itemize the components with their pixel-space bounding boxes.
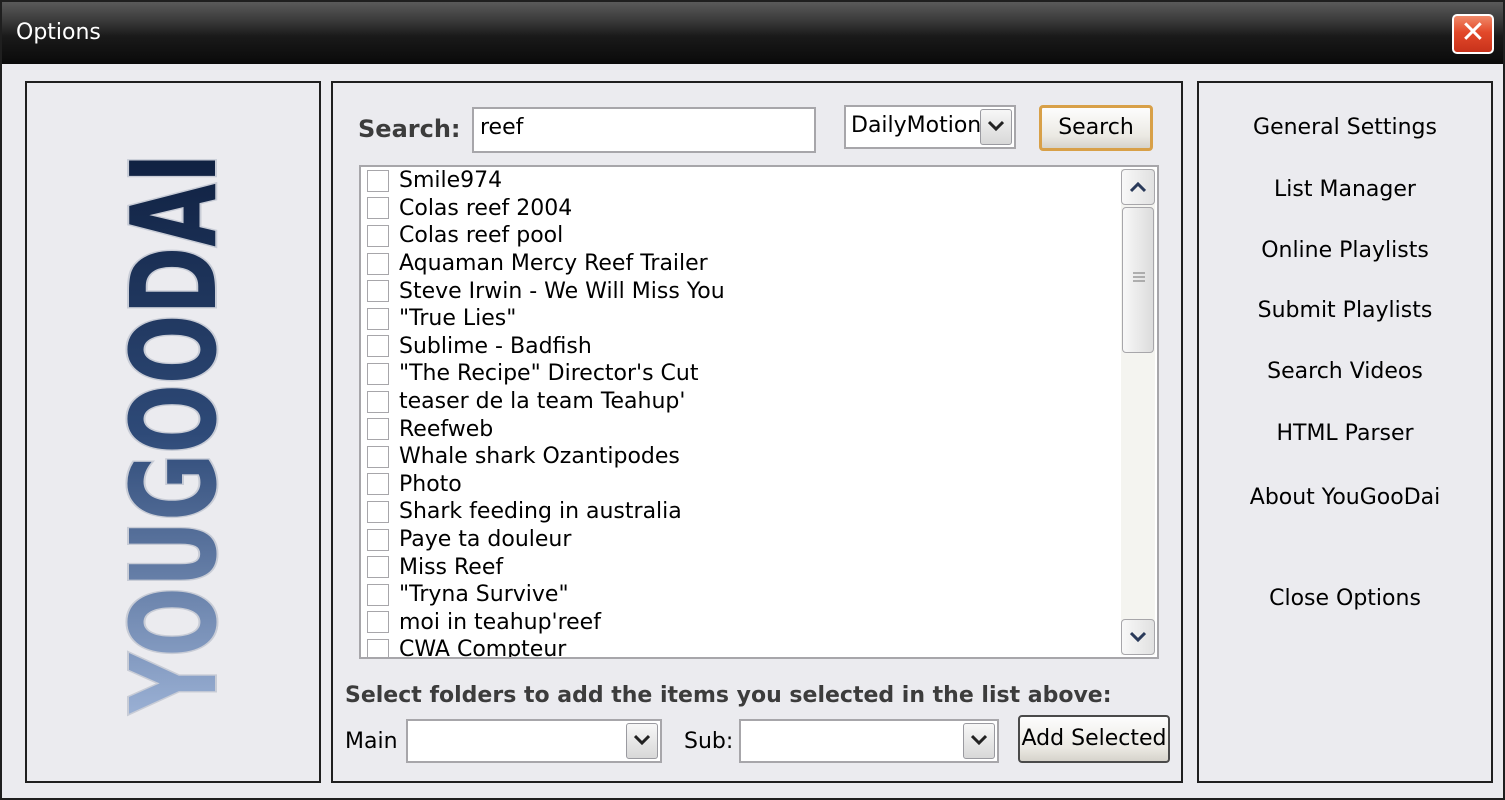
list-item[interactable]: Aquaman Mercy Reef Trailer xyxy=(361,250,1121,278)
list-item-label: Aquaman Mercy Reef Trailer xyxy=(399,251,708,277)
list-item-label: Steve Irwin - We Will Miss You xyxy=(399,278,725,304)
menu-html-parser[interactable]: HTML Parser xyxy=(1199,421,1491,446)
close-icon: ✕ xyxy=(1460,15,1486,50)
checkbox[interactable] xyxy=(367,280,389,303)
list-item-label: Miss Reef xyxy=(399,554,504,580)
list-item-label: Smile974 xyxy=(399,168,503,194)
options-menu: General Settings List Manager Online Pla… xyxy=(1197,81,1493,783)
list-item[interactable]: Shark feeding in australia xyxy=(361,498,1121,526)
checkbox[interactable] xyxy=(367,252,389,275)
folder-instruction: Select folders to add the items you sele… xyxy=(345,683,1112,708)
source-select[interactable]: DailyMotion xyxy=(844,105,1016,149)
options-window: Options ✕ YOUGOODAI Search: reef DailyMo… xyxy=(0,0,1505,800)
list-item-label: teaser de la team Teahup' xyxy=(399,389,686,415)
checkbox[interactable] xyxy=(367,556,389,579)
checkbox[interactable] xyxy=(367,473,389,496)
source-value: DailyMotion xyxy=(851,113,982,138)
chevron-down-icon xyxy=(1130,631,1146,643)
list-item[interactable]: teaser de la team Teahup' xyxy=(361,388,1121,416)
menu-general-settings[interactable]: General Settings xyxy=(1199,115,1491,140)
chevron-down-icon[interactable] xyxy=(980,109,1012,145)
checkbox[interactable] xyxy=(367,445,389,468)
scroll-up-button[interactable] xyxy=(1121,169,1155,205)
checkbox[interactable] xyxy=(367,500,389,523)
logo: YOUGOODAI xyxy=(107,151,245,716)
chevron-up-icon xyxy=(1130,181,1146,193)
menu-submit-playlists[interactable]: Submit Playlists xyxy=(1199,298,1491,323)
chevron-down-icon[interactable] xyxy=(963,723,995,759)
list-item-label: Sublime - Badfish xyxy=(399,333,592,359)
list-item-label: CWA Compteur xyxy=(399,637,567,659)
list-item[interactable]: "The Recipe" Director's Cut xyxy=(361,360,1121,388)
search-button[interactable]: Search xyxy=(1039,105,1153,151)
checkbox[interactable] xyxy=(367,390,389,413)
add-selected-button[interactable]: Add Selected xyxy=(1018,715,1170,763)
checkbox[interactable] xyxy=(367,307,389,330)
scroll-thumb[interactable] xyxy=(1122,207,1154,353)
checkbox[interactable] xyxy=(367,528,389,551)
list-item[interactable]: "Tryna Survive" xyxy=(361,581,1121,609)
logo-panel: YOUGOODAI xyxy=(25,81,321,783)
main-folder-label: Main xyxy=(345,729,398,754)
list-item[interactable]: "True Lies" xyxy=(361,305,1121,333)
list-item-label: Colas reef pool xyxy=(399,223,564,249)
checkbox[interactable] xyxy=(367,224,389,247)
sub-folder-label: Sub: xyxy=(684,729,734,754)
list-item-label: Paye ta douleur xyxy=(399,527,572,553)
list-item-label: Reefweb xyxy=(399,416,494,442)
main-folder-select[interactable] xyxy=(406,719,662,763)
list-item[interactable]: Photo xyxy=(361,471,1121,499)
search-input[interactable]: reef xyxy=(472,107,816,153)
list-item[interactable]: CWA Compteur xyxy=(361,636,1121,659)
list-item-label: moi in teahup'reef xyxy=(399,609,601,635)
window-title: Options xyxy=(16,20,101,45)
list-item[interactable]: Steve Irwin - We Will Miss You xyxy=(361,277,1121,305)
scroll-down-button[interactable] xyxy=(1121,619,1155,655)
menu-close-options[interactable]: Close Options xyxy=(1199,586,1491,611)
checkbox[interactable] xyxy=(367,335,389,358)
list-item[interactable]: Paye ta douleur xyxy=(361,526,1121,554)
checkbox[interactable] xyxy=(367,583,389,606)
menu-search-videos[interactable]: Search Videos xyxy=(1199,359,1491,384)
search-panel: Search: reef DailyMotion Search Smile974… xyxy=(331,81,1183,783)
list-item[interactable]: Reefweb xyxy=(361,415,1121,443)
sub-folder-select[interactable] xyxy=(739,719,999,763)
search-label: Search: xyxy=(358,115,461,143)
list-item-label: Colas reef 2004 xyxy=(399,195,573,221)
list-item-label: "Tryna Survive" xyxy=(399,582,569,608)
title-bar[interactable]: Options ✕ xyxy=(2,2,1503,64)
list-item-label: Photo xyxy=(399,471,462,497)
list-item-label: Whale shark Ozantipodes xyxy=(399,444,680,470)
list-item-label: Shark feeding in australia xyxy=(399,499,682,525)
menu-about[interactable]: About YouGooDai xyxy=(1199,485,1491,510)
list-item[interactable]: Smile974 xyxy=(361,167,1121,195)
list-item-label: "The Recipe" Director's Cut xyxy=(399,361,699,387)
list-item[interactable]: Miss Reef xyxy=(361,553,1121,581)
logo-text: YOUGOODAI xyxy=(107,153,243,714)
grip-icon xyxy=(1133,272,1145,282)
checkbox[interactable] xyxy=(367,418,389,441)
results-items: Smile974 Colas reef 2004 Colas reef pool Aq… xyxy=(361,167,1121,659)
checkbox[interactable] xyxy=(367,362,389,385)
list-item[interactable]: Colas reef 2004 xyxy=(361,195,1121,223)
checkbox[interactable] xyxy=(367,197,389,220)
results-scrollbar[interactable] xyxy=(1121,169,1155,655)
list-item[interactable]: moi in teahup'reef xyxy=(361,609,1121,637)
chevron-down-icon[interactable] xyxy=(626,723,658,759)
close-window-button[interactable]: ✕ xyxy=(1452,14,1494,54)
checkbox[interactable] xyxy=(367,638,389,657)
list-item[interactable]: Whale shark Ozantipodes xyxy=(361,443,1121,471)
list-item[interactable]: Sublime - Badfish xyxy=(361,333,1121,361)
menu-online-playlists[interactable]: Online Playlists xyxy=(1199,238,1491,263)
menu-list-manager[interactable]: List Manager xyxy=(1199,177,1491,202)
list-item-label: "True Lies" xyxy=(399,306,517,332)
checkbox[interactable] xyxy=(367,611,389,634)
checkbox[interactable] xyxy=(367,169,389,192)
list-item[interactable]: Colas reef pool xyxy=(361,222,1121,250)
results-list[interactable]: Smile974 Colas reef 2004 Colas reef pool Aq… xyxy=(359,165,1159,659)
